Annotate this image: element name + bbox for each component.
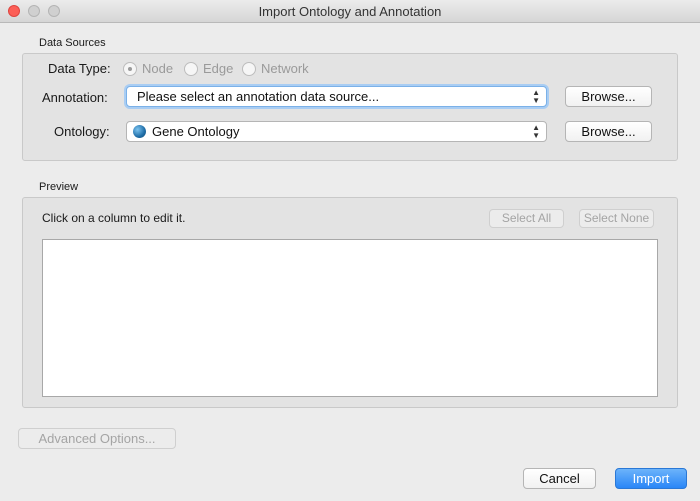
globe-icon xyxy=(133,125,146,138)
radio-unselected-icon xyxy=(184,61,198,76)
data-sources-group-label: Data Sources xyxy=(39,37,106,49)
updown-arrows-icon: ▲ ▼ xyxy=(532,87,540,105)
annotation-select[interactable]: Please select an annotation data source.… xyxy=(126,86,547,107)
data-type-node-label: Node xyxy=(142,61,174,76)
window-title: Import Ontology and Annotation xyxy=(258,4,442,19)
radio-unselected-icon xyxy=(242,61,256,76)
advanced-options-button[interactable]: Advanced Options... xyxy=(18,428,176,449)
preview-table[interactable] xyxy=(42,239,658,397)
title-bar: Import Ontology and Annotation xyxy=(0,0,700,23)
select-all-button[interactable]: Select All xyxy=(489,209,564,228)
data-type-network-radio[interactable]: Network xyxy=(242,61,309,76)
data-type-label: Data Type: xyxy=(48,61,111,76)
preview-group-label: Preview xyxy=(39,181,79,193)
ontology-select-value: Gene Ontology xyxy=(152,124,240,139)
annotation-browse-button[interactable]: Browse... xyxy=(565,86,652,107)
select-none-button[interactable]: Select None xyxy=(579,209,654,228)
preview-hint: Click on a column to edit it. xyxy=(42,211,186,225)
annotation-select-value: Please select an annotation data source.… xyxy=(137,89,380,104)
updown-arrows-icon: ▲ ▼ xyxy=(532,122,540,140)
data-type-node-radio[interactable]: Node xyxy=(123,61,173,76)
data-type-network-label: Network xyxy=(261,61,309,76)
data-sources-panel xyxy=(22,53,678,161)
radio-selected-icon xyxy=(123,61,137,76)
cancel-button[interactable]: Cancel xyxy=(523,468,596,489)
data-type-edge-radio[interactable]: Edge xyxy=(184,61,233,76)
ontology-label: Ontology: xyxy=(54,124,110,139)
data-type-edge-label: Edge xyxy=(203,61,234,76)
ontology-select[interactable]: Gene Ontology ▲ ▼ xyxy=(126,121,547,142)
ontology-browse-button[interactable]: Browse... xyxy=(565,121,652,142)
annotation-label: Annotation: xyxy=(42,90,108,105)
import-button[interactable]: Import xyxy=(615,468,687,489)
